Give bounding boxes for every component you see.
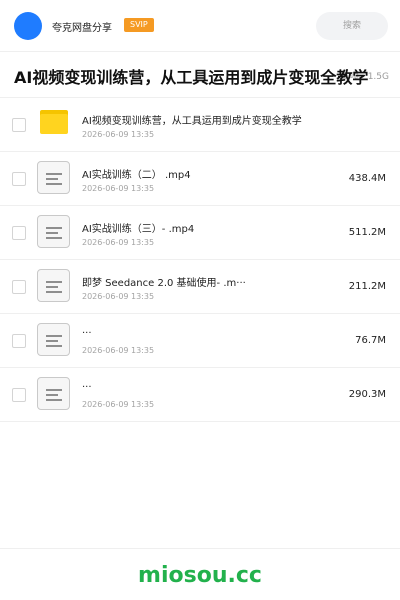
document-icon	[37, 215, 70, 248]
list-item[interactable]: ··· 2026-06-09 13:35 290.3M	[0, 368, 400, 422]
header-bar: 夸克网盘分享 SVIP 搜索	[0, 0, 400, 52]
list-item[interactable]: ··· 2026-06-09 13:35 76.7M	[0, 314, 400, 368]
page-title: AI视频变现训练营，从工具运用到成片变现全教学	[14, 68, 369, 87]
file-name: AI实战训练（二） .mp4	[82, 170, 191, 181]
file-size: 438.4M	[348, 173, 386, 184]
list-item[interactable]: AI实战训练（二） .mp4 2026-06-09 13:35 438.4M	[0, 152, 400, 206]
share-page: 夸克网盘分享 SVIP 搜索 6 项 · 1.5G AI视频变现训练营，从工具运…	[0, 0, 400, 600]
list-item[interactable]: 即梦 Seedance 2.0 基础使用- .m··· 2026-06-09 1…	[0, 260, 400, 314]
file-date: 2026-06-09 13:35	[82, 130, 155, 139]
file-name: AI实战训练（三）- .mp4	[82, 224, 195, 235]
document-icon	[37, 269, 70, 302]
footer: miosou.cc	[0, 548, 400, 600]
row-checkbox[interactable]	[12, 118, 26, 132]
file-name: AI视频变现训练营，从工具运用到成片变现全教学	[82, 116, 302, 127]
file-date: 2026-06-09 13:35	[82, 346, 155, 355]
file-size: 211.2M	[348, 281, 386, 292]
list-item[interactable]: AI实战训练（三）- .mp4 2026-06-09 13:35 511.2M	[0, 206, 400, 260]
file-name: ···	[82, 328, 92, 339]
list-item-folder[interactable]: AI视频变现训练营，从工具运用到成片变现全教学 2026-06-09 13:35	[0, 98, 400, 152]
share-title-bar: 6 项 · 1.5G AI视频变现训练营，从工具运用到成片变现全教学	[0, 52, 400, 98]
file-date: 2026-06-09 13:35	[82, 184, 155, 193]
app-name: 夸克网盘分享	[52, 23, 112, 34]
row-checkbox[interactable]	[12, 388, 26, 402]
file-name: ···	[82, 382, 92, 393]
file-size: 76.7M	[355, 335, 386, 346]
file-size: 511.2M	[348, 227, 386, 238]
file-list: AI视频变现训练营，从工具运用到成片变现全教学 2026-06-09 13:35…	[0, 98, 400, 422]
document-icon	[37, 377, 70, 410]
search-input[interactable]: 搜索	[316, 12, 388, 40]
folder-icon	[40, 110, 68, 134]
file-date: 2026-06-09 13:35	[82, 292, 155, 301]
row-checkbox[interactable]	[12, 334, 26, 348]
file-name: 即梦 Seedance 2.0 基础使用- .m···	[82, 278, 246, 289]
file-date: 2026-06-09 13:35	[82, 400, 155, 409]
row-checkbox[interactable]	[12, 280, 26, 294]
row-checkbox[interactable]	[12, 172, 26, 186]
svip-badge: SVIP	[124, 18, 154, 32]
avatar[interactable]	[14, 12, 42, 40]
document-icon	[37, 323, 70, 356]
document-icon	[37, 161, 70, 194]
row-checkbox[interactable]	[12, 226, 26, 240]
watermark-brand: miosou.cc	[138, 563, 262, 588]
file-date: 2026-06-09 13:35	[82, 238, 155, 247]
file-size: 290.3M	[348, 389, 386, 400]
